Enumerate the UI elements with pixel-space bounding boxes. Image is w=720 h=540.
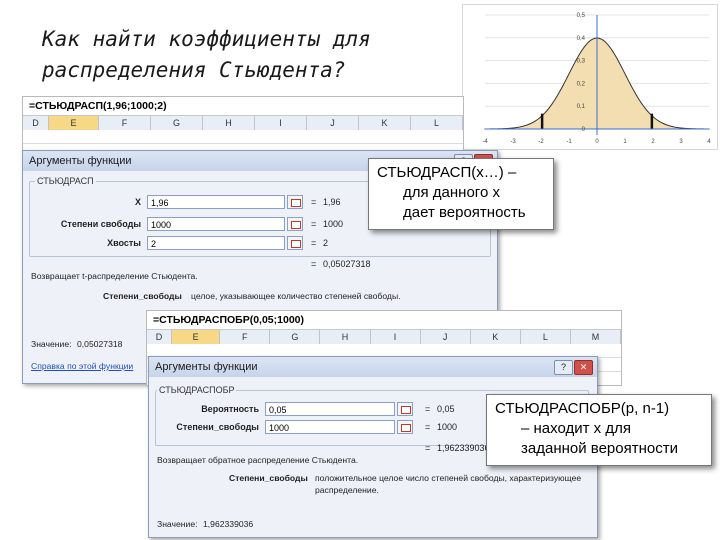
column-headers-2: DEFGHIJKLM (147, 330, 621, 345)
collapse-button-df2[interactable] (397, 420, 413, 434)
collapse-button-tails[interactable] (287, 236, 303, 250)
arg-label-df: Степени свободы (60, 219, 141, 229)
value-label-2: Значение: (157, 519, 198, 529)
x-tick-label-5: 1 (623, 139, 627, 145)
slide-title-line2: распределения Стьюдента? (42, 58, 346, 82)
close-button-2[interactable]: ✕ (574, 360, 593, 375)
dialog-2-title: Аргументы функции (155, 361, 258, 373)
y-tick-label-5: 0,5 (577, 13, 586, 19)
column-header-k[interactable]: K (359, 116, 411, 130)
value-label-1: Значение: (31, 339, 72, 349)
arg-label-x: X (134, 197, 141, 207)
arg-label-df2: Степени_свободы (176, 422, 259, 432)
arg-input-df[interactable]: 1000 (147, 217, 285, 231)
callout-2-line3: заданной вероятности (521, 440, 678, 457)
column-header-k[interactable]: K (471, 330, 521, 344)
callout-studrasp: СТЬЮДРАСП(х…) – для данного х дает вероя… (368, 158, 554, 230)
function-description-2: Возвращает обратное распределение Стьюде… (157, 455, 359, 465)
t-distribution-chart: -4 -3 -2 -1 0 1 2 3 4 0 0,1 0,2 0,3 0,4 0,5 (462, 4, 718, 150)
x-tick-label-7: 3 (679, 139, 683, 145)
function-name-2: СТЬЮДРАСПОБР (157, 385, 237, 395)
arg-result-prob: 0,05 (437, 404, 455, 414)
column-header-d[interactable]: D (23, 116, 49, 130)
column-header-e[interactable]: E (49, 116, 99, 130)
x-tick-label-0: -4 (482, 139, 488, 145)
x-tick-label-4: 0 (595, 139, 599, 145)
total-result-1: 0,05027318 (323, 259, 371, 269)
function-name-1: СТЬЮДРАСП (35, 176, 96, 186)
arg-result-df: 1000 (323, 219, 344, 229)
column-header-f[interactable]: F (220, 330, 271, 344)
arg-result-df2: 1000 (437, 422, 458, 432)
column-header-d[interactable]: D (147, 330, 173, 344)
y-tick-label-1: 0,1 (577, 104, 586, 110)
column-header-i[interactable]: I (371, 330, 421, 344)
callout-studraspobr: СТЬЮДРАСПОБР(p, n-1) – находит х для зад… (486, 394, 712, 466)
x-tick-label-3: -1 (566, 139, 572, 145)
callout-1-line3: дает вероятность (403, 204, 526, 221)
eq-sign-total-2: = (425, 443, 431, 453)
eq-sign-df: = (311, 219, 317, 229)
arg-input-df2[interactable]: 1000 (265, 420, 395, 434)
dialog-1-title: Аргументы функции (29, 155, 132, 167)
column-headers-1: DEFGHIJKL (23, 116, 463, 131)
callout-2-line2: – находит х для (521, 420, 631, 437)
arg-result-x: 1,96 (323, 197, 341, 207)
x-tick-label-2: -2 (538, 139, 544, 145)
dialog-2-titlebar[interactable]: Аргументы функции ? ✕ (149, 357, 597, 377)
arg-input-x[interactable]: 1,96 (147, 195, 285, 209)
help-button-2[interactable]: ? (554, 360, 573, 375)
arg-description-label-2: Степени_свободы (229, 473, 308, 483)
help-link-1[interactable]: Справка по этой функции (31, 361, 133, 371)
eq-sign-x: = (311, 197, 317, 207)
formula-bar-1[interactable]: =СТЬЮДРАСП(1,96;1000;2) (23, 97, 463, 116)
arg-input-prob[interactable]: 0,05 (265, 402, 395, 416)
collapse-button-x[interactable] (287, 195, 303, 209)
collapse-button-prob[interactable] (397, 402, 413, 416)
x-tick-label-8: 4 (707, 139, 711, 145)
value-1: 0,05027318 (77, 339, 123, 349)
x-tick-label-1: -3 (510, 139, 516, 145)
column-header-l[interactable]: L (411, 116, 463, 130)
column-header-j[interactable]: J (307, 116, 359, 130)
function-description-1: Возвращает t-распределение Стьюдента. (31, 271, 198, 281)
arg-description-text-2b: распределение. (315, 485, 379, 495)
x-tick-label-6: 2 (651, 139, 655, 145)
eq-sign-tails: = (311, 238, 317, 248)
column-header-l[interactable]: L (521, 330, 571, 344)
column-header-h[interactable]: H (203, 116, 255, 130)
column-header-g[interactable]: G (270, 330, 321, 344)
arg-input-tails[interactable]: 2 (147, 236, 285, 250)
eq-sign-total: = (311, 259, 317, 269)
y-tick-label-3: 0,3 (577, 59, 586, 65)
slide-title: Как найти коэффициенты для распределения… (42, 24, 442, 86)
column-header-h[interactable]: H (320, 330, 371, 344)
total-result-2: 1,962339036 (437, 443, 490, 453)
x-tick-labels: -4 -3 -2 -1 0 1 2 3 4 (482, 139, 711, 145)
column-header-e[interactable]: E (172, 330, 221, 344)
column-header-i[interactable]: I (255, 116, 307, 130)
arg-description-label-1: Степени_свободы (103, 291, 182, 301)
column-header-g[interactable]: G (151, 116, 203, 130)
arg-label-tails: Хвосты (107, 238, 141, 248)
arg-result-tails: 2 (323, 238, 329, 248)
arg-label-prob: Вероятность (201, 404, 259, 414)
callout-2-line1: СТЬЮДРАСПОБР(p, n-1) (495, 400, 670, 417)
formula-bar-2[interactable]: =СТЬЮДРАСПОБР(0,05;1000) (147, 311, 621, 330)
slide-title-line1: Как найти коэффициенты для (42, 27, 371, 51)
column-header-m[interactable]: M (571, 330, 621, 344)
arg-description-text-1: целое, указывающее количество степеней с… (191, 291, 401, 301)
eq-sign-df2: = (425, 422, 431, 432)
column-header-f[interactable]: F (99, 116, 151, 130)
column-header-j[interactable]: J (421, 330, 471, 344)
collapse-button-df[interactable] (287, 217, 303, 231)
arg-description-text-2a: положительное целое число степеней свобо… (315, 473, 582, 483)
callout-1-line2: для данного х (403, 184, 500, 201)
eq-sign-prob: = (425, 404, 431, 414)
callout-1-line1: СТЬЮДРАСП(х…) – (377, 164, 517, 181)
y-tick-label-2: 0,2 (577, 81, 586, 87)
y-tick-label-4: 0,4 (577, 36, 586, 42)
value-2: 1,962339036 (203, 519, 254, 529)
